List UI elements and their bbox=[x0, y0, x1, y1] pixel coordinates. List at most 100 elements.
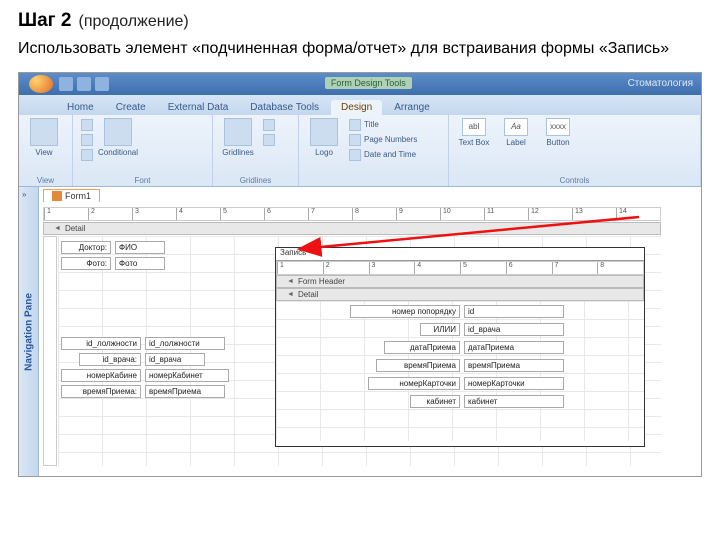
navigation-pane[interactable]: » Navigation Pane bbox=[19, 187, 39, 477]
tab-design[interactable]: Design bbox=[331, 100, 382, 115]
field-id-dolzh[interactable]: id_лолжности bbox=[145, 337, 225, 350]
button-icon: xxxx bbox=[546, 118, 570, 136]
logo-button[interactable]: Logo bbox=[305, 118, 343, 157]
date-time-button[interactable]: Date and Time bbox=[347, 148, 419, 162]
pagenum-icon bbox=[349, 134, 361, 146]
field-nomerkab[interactable]: номерКабинет bbox=[145, 369, 229, 382]
view-button[interactable]: View bbox=[25, 118, 63, 157]
subform-section-header[interactable]: Form Header bbox=[276, 275, 644, 288]
save-icon[interactable] bbox=[59, 77, 73, 91]
form-tab-label: Form1 bbox=[65, 191, 91, 201]
design-canvas[interactable]: Form1 1 2 3 4 5 6 7 8 9 10 11 12 13 bbox=[39, 187, 701, 477]
grid-style-1[interactable] bbox=[261, 118, 277, 132]
subform-ruler: 1 2 3 4 5 6 7 8 bbox=[276, 261, 644, 275]
sub-label-4[interactable]: номерКарточки bbox=[368, 377, 460, 390]
subform-title: Запись bbox=[276, 248, 644, 261]
form-icon bbox=[52, 191, 62, 201]
subform-grid[interactable] bbox=[276, 301, 644, 441]
gridlines-label: Gridlines bbox=[222, 148, 254, 157]
titlebar: Form Design Tools Стоматология bbox=[19, 73, 701, 95]
sub-label-5[interactable]: кабинет bbox=[410, 395, 460, 408]
step-subtitle: (продолжение) bbox=[78, 13, 188, 30]
step-heading: Шаг 2 (продолжение) bbox=[18, 10, 702, 32]
group-label-gridlines: Gridlines bbox=[219, 176, 292, 185]
office-button-icon[interactable] bbox=[29, 75, 53, 93]
label-id-dolzh[interactable]: id_лолжности bbox=[61, 337, 141, 350]
access-screenshot: Form Design Tools Стоматология Home Crea… bbox=[18, 72, 702, 477]
ribbon: View View Conditional Fo bbox=[19, 115, 701, 187]
label-vremya[interactable]: времяПриема: bbox=[61, 385, 141, 398]
label-id-vracha[interactable]: id_врача: bbox=[79, 353, 141, 366]
subform-control[interactable]: Запись 1 2 3 4 5 6 7 8 Form Header bbox=[275, 247, 645, 447]
label-photo[interactable]: Фото: bbox=[61, 257, 111, 270]
sub-value-3[interactable]: времяПриема bbox=[464, 359, 564, 372]
sub-label-3[interactable]: времяПриема bbox=[376, 359, 460, 372]
tab-external-data[interactable]: External Data bbox=[158, 100, 239, 115]
sub-value-5[interactable]: кабинет bbox=[464, 395, 564, 408]
ribbon-group-view: View View bbox=[19, 115, 73, 186]
ribbon-group-font: Conditional Font bbox=[73, 115, 213, 186]
font-icon bbox=[81, 119, 93, 131]
textbox-button[interactable]: abl Text Box bbox=[455, 118, 493, 147]
field-photo[interactable]: Фото bbox=[115, 257, 165, 270]
gridlines-icon bbox=[224, 118, 252, 146]
conditional-button[interactable]: Conditional bbox=[99, 118, 137, 157]
sub-label-0[interactable]: номер попорядку bbox=[350, 305, 460, 318]
app-title: Стоматология bbox=[628, 78, 693, 89]
ruler-horizontal: 1 2 3 4 5 6 7 8 9 10 11 12 13 14 bbox=[43, 207, 661, 221]
sub-value-1[interactable]: id_врача bbox=[464, 323, 564, 336]
ribbon-group-gridlines: Gridlines Gridlines bbox=[213, 115, 299, 186]
ribbon-group-header: Logo Title Page Numbers Date and Time bbox=[299, 115, 449, 186]
group-label-font: Font bbox=[79, 176, 206, 185]
field-vremya[interactable]: времяПриема bbox=[145, 385, 225, 398]
workarea: » Navigation Pane Form1 1 2 3 4 5 6 7 8 bbox=[19, 187, 701, 477]
gridlines-button[interactable]: Gridlines bbox=[219, 118, 257, 157]
gridstyle-icon bbox=[263, 134, 275, 146]
field-id-vracha[interactable]: id_врача bbox=[145, 353, 205, 366]
font-row3[interactable] bbox=[79, 148, 95, 162]
group-label-view: View bbox=[25, 176, 66, 185]
context-tools-badge: Form Design Tools bbox=[325, 77, 412, 89]
button-control[interactable]: xxxx Button bbox=[539, 118, 577, 147]
logo-label: Logo bbox=[315, 148, 333, 157]
title-center: Form Design Tools bbox=[115, 78, 622, 89]
ribbon-tabs: Home Create External Data Database Tools… bbox=[19, 95, 701, 115]
font-row2[interactable] bbox=[79, 133, 95, 147]
ruler-vertical bbox=[43, 236, 57, 466]
view-label: View bbox=[35, 148, 52, 157]
sub-value-2[interactable]: датаПриема bbox=[464, 341, 564, 354]
tab-database-tools[interactable]: Database Tools bbox=[240, 100, 329, 115]
color-icon bbox=[81, 149, 93, 161]
quick-access-toolbar bbox=[59, 77, 109, 91]
label-nomerkab[interactable]: номерКабине bbox=[61, 369, 141, 382]
navpane-toggle-icon[interactable]: » bbox=[22, 190, 26, 199]
textbox-icon: abl bbox=[462, 118, 486, 136]
form-tab[interactable]: Form1 bbox=[43, 189, 100, 202]
field-doctor[interactable]: ФИО bbox=[115, 241, 165, 254]
tab-create[interactable]: Create bbox=[106, 100, 156, 115]
view-icon bbox=[30, 118, 58, 146]
conditional-label: Conditional bbox=[98, 148, 138, 157]
label-button[interactable]: Aa Label bbox=[497, 118, 535, 147]
grid-style-2[interactable] bbox=[261, 133, 277, 147]
undo-icon[interactable] bbox=[77, 77, 91, 91]
sub-label-2[interactable]: датаПриема bbox=[384, 341, 460, 354]
page-numbers-button[interactable]: Page Numbers bbox=[347, 133, 419, 147]
title-button[interactable]: Title bbox=[347, 118, 419, 132]
tab-home[interactable]: Home bbox=[57, 100, 104, 115]
sub-value-4[interactable]: номерКарточки bbox=[464, 377, 564, 390]
tab-arrange[interactable]: Arrange bbox=[384, 100, 440, 115]
navpane-label: Navigation Pane bbox=[23, 293, 34, 371]
sub-value-0[interactable]: id bbox=[464, 305, 564, 318]
redo-icon[interactable] bbox=[95, 77, 109, 91]
section-detail[interactable]: Detail bbox=[43, 222, 661, 235]
subform-section-detail[interactable]: Detail bbox=[276, 288, 644, 301]
datetime-icon bbox=[349, 149, 361, 161]
sub-label-1[interactable]: ИЛИИ bbox=[420, 323, 460, 336]
logo-icon bbox=[310, 118, 338, 146]
font-row1[interactable] bbox=[79, 118, 95, 132]
label-icon: Aa bbox=[504, 118, 528, 136]
slide: Шаг 2 (продолжение) Использовать элемент… bbox=[0, 0, 720, 487]
label-doctor[interactable]: Доктор: bbox=[61, 241, 111, 254]
title-icon bbox=[349, 119, 361, 131]
